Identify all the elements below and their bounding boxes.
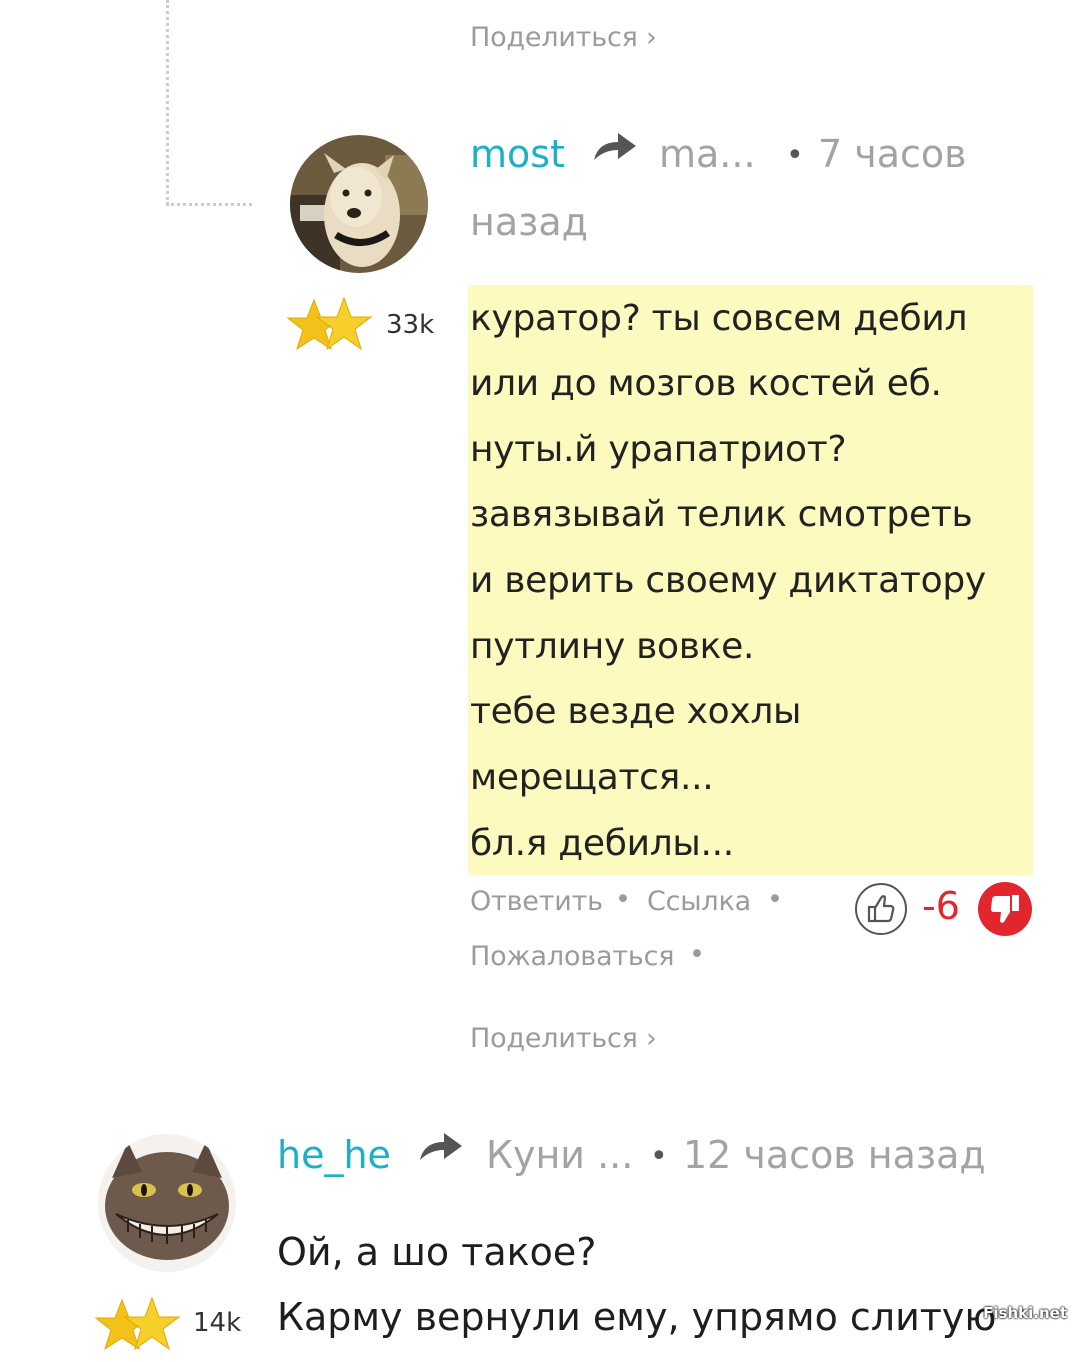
vote-score: -6 bbox=[922, 884, 960, 928]
thread-line-vertical bbox=[166, 0, 169, 205]
comment-time: 12 часов назад bbox=[683, 1133, 986, 1177]
comment-text-line: или до мозгов костей еб. bbox=[470, 363, 942, 404]
like-button[interactable] bbox=[855, 883, 907, 935]
comment-text-line: нуты.й урапатриот? bbox=[470, 429, 847, 470]
comment-text-line: мерещатся... bbox=[470, 757, 714, 798]
comment-text-line: тебе везде хохлы bbox=[470, 691, 802, 732]
thread-line-horizontal bbox=[166, 203, 252, 206]
author-name[interactable]: he_he bbox=[277, 1133, 391, 1177]
comment-time-line2: назад bbox=[470, 200, 588, 244]
reply-arrow-icon bbox=[418, 1130, 464, 1168]
cheshire-cat-avatar-icon bbox=[98, 1134, 236, 1272]
reply-arrow-icon bbox=[592, 130, 638, 168]
reply-link[interactable]: Ответить bbox=[470, 886, 603, 917]
watermark: Fishki.net bbox=[983, 1304, 1067, 1322]
share-link-previous[interactable]: Поделиться › bbox=[470, 22, 657, 53]
dog-avatar-icon bbox=[290, 135, 428, 273]
separator-dot: • bbox=[689, 939, 705, 970]
report-link[interactable]: Пожаловаться bbox=[470, 941, 674, 972]
thumbs-down-icon bbox=[991, 895, 1019, 923]
separator-dot: • bbox=[650, 1139, 668, 1174]
reply-to-user[interactable]: ma... bbox=[659, 132, 756, 176]
author-name[interactable]: most bbox=[470, 132, 565, 176]
avatar-most[interactable] bbox=[290, 135, 428, 273]
comment-text-line: завязывай телик смотреть bbox=[470, 494, 973, 535]
separator-dot: • bbox=[767, 884, 783, 915]
comment-text-line: Ой, а шо такое? bbox=[277, 1230, 597, 1274]
dislike-button[interactable] bbox=[978, 882, 1032, 936]
comment-text-line: путлину вовке. bbox=[470, 626, 755, 667]
comment-text-line: бл.я дебилы... bbox=[470, 823, 734, 864]
comment-text-line: Карму вернули ему, упрямо слитую bbox=[277, 1295, 997, 1339]
comment-text-line: и верить своему диктатору bbox=[470, 560, 986, 601]
karma-stars-icon bbox=[92, 1296, 184, 1362]
comment-text-line: куратор? ты совсем дебил bbox=[470, 298, 968, 339]
karma-value: 14k bbox=[193, 1308, 242, 1338]
reply-to-user[interactable]: Куни ... bbox=[486, 1133, 633, 1177]
comment-header-most: most bbox=[470, 132, 565, 176]
avatar-he_he[interactable] bbox=[98, 1134, 236, 1272]
permalink-link[interactable]: Ссылка bbox=[647, 886, 751, 917]
comment-time: 7 часов bbox=[818, 132, 967, 176]
separator-dot: • bbox=[615, 884, 631, 915]
separator-dot: • bbox=[786, 138, 804, 173]
share-link[interactable]: Поделиться › bbox=[470, 1023, 657, 1054]
karma-value: 33k bbox=[386, 310, 435, 340]
thumbs-up-icon bbox=[867, 895, 895, 923]
karma-stars-icon bbox=[284, 296, 376, 362]
